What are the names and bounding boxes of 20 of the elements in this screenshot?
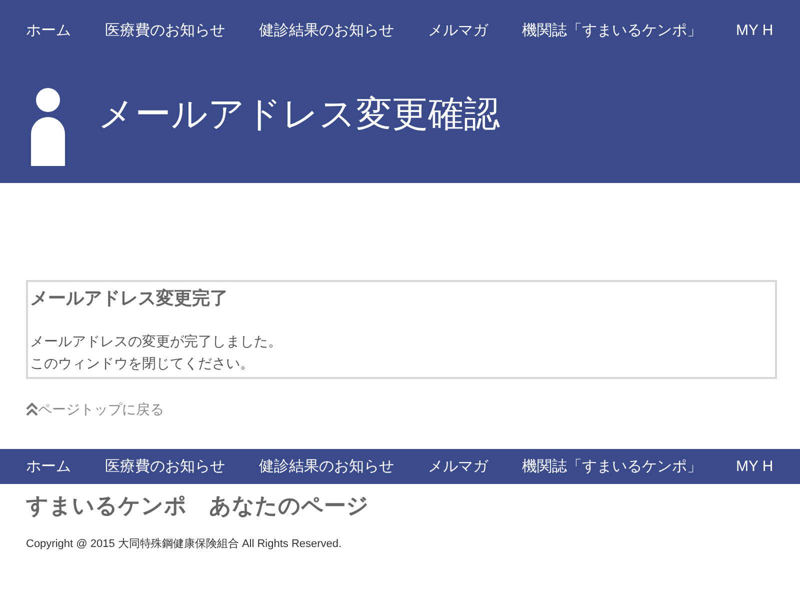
notice-heading: メールアドレス変更完了 xyxy=(30,287,229,310)
nav-link[interactable]: 医療費のお知らせ xyxy=(105,20,225,42)
nav-link[interactable]: ホーム xyxy=(26,456,71,478)
notice-text: このウィンドウを閉じてください。 xyxy=(30,354,255,373)
nav-link[interactable]: メルマガ xyxy=(428,456,488,478)
nav-link[interactable]: MY H xyxy=(736,456,774,478)
nav-link[interactable]: 健診結果のお知らせ xyxy=(259,20,394,42)
nav-link[interactable]: 健診結果のお知らせ xyxy=(259,456,394,478)
nav-link[interactable]: ホーム xyxy=(26,20,71,42)
nav-link[interactable]: 医療費のお知らせ xyxy=(105,456,225,478)
nav-link[interactable]: 機関誌「すまいるケンポ」 xyxy=(522,456,702,478)
nav-link[interactable]: MY H xyxy=(736,20,774,42)
nav-link[interactable]: メルマガ xyxy=(428,20,488,42)
notice-text: メールアドレスの変更が完了しました。 xyxy=(30,332,283,351)
copyright-text: Copyright @ 2015 大同特殊鋼健康保険組合 All Rights Reserved. xyxy=(25,536,343,552)
page-title: メールアドレス変更確認 xyxy=(98,96,500,132)
double-chevron-up-icon xyxy=(26,402,38,416)
nav-link[interactable]: 機関誌「すまいるケンポ」 xyxy=(522,20,702,42)
footer-title: すまいるケンポ あなたのページ xyxy=(25,492,370,520)
person-icon xyxy=(30,88,66,166)
